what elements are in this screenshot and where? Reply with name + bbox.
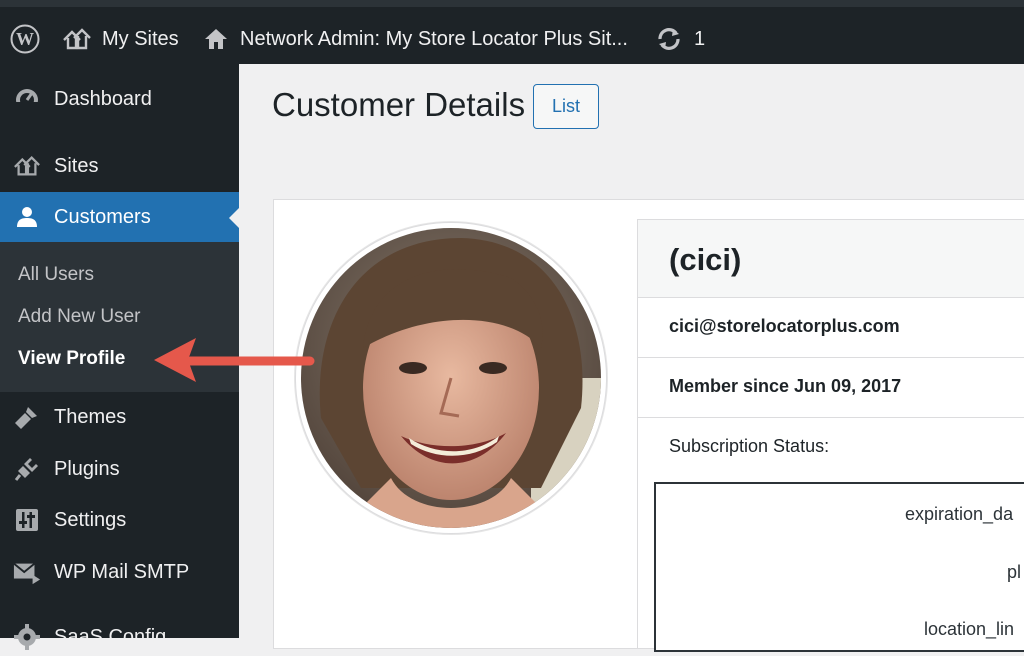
- my-sites-icon: [62, 26, 92, 52]
- sidebar-item-label: Settings: [54, 508, 127, 531]
- customer-email-row: cici@storelocatorplus.com: [638, 298, 1024, 358]
- svg-text:W: W: [16, 29, 34, 49]
- submenu-item-view-profile[interactable]: View Profile: [18, 348, 125, 370]
- annotation-arrow: [150, 333, 315, 392]
- sidebar-item-customers[interactable]: Customers: [0, 192, 239, 242]
- gear-icon: [13, 623, 41, 651]
- home-icon: [204, 27, 228, 51]
- sidebar-item-settings[interactable]: Settings: [0, 501, 239, 539]
- sidebar-item-saas-config[interactable]: SaaS Config: [0, 618, 239, 656]
- avatar: [301, 228, 601, 528]
- member-since-row: Member since Jun 09, 2017: [638, 358, 1024, 418]
- settings-icon: [13, 506, 41, 534]
- sidebar-item-sites[interactable]: Sites: [0, 147, 239, 185]
- sidebar-item-label: SaaS Config: [54, 625, 167, 648]
- submenu-item-all-users[interactable]: All Users: [18, 264, 94, 286]
- updates-count: 1: [694, 27, 706, 50]
- sidebar-item-wp-mail-smtp[interactable]: WP Mail SMTP: [0, 553, 239, 591]
- network-admin-label: Network Admin: My Store Locator Plus Sit…: [240, 27, 628, 50]
- subscription-table: expiration_da pl location_lin: [654, 482, 1024, 652]
- my-sites-menu[interactable]: My Sites: [62, 14, 179, 64]
- network-admin-menu[interactable]: Network Admin: My Store Locator Plus Sit…: [204, 14, 628, 64]
- subscription-status-row: Subscription Status:: [638, 418, 1024, 478]
- sidebar-item-dashboard[interactable]: Dashboard: [0, 80, 239, 118]
- refresh-icon: [656, 26, 682, 52]
- sidebar-item-label: Sites: [54, 154, 99, 177]
- brush-icon: [13, 403, 41, 431]
- sidebar-item-label: Customers: [54, 205, 151, 228]
- plugin-icon: [13, 455, 41, 483]
- admin-bar: W My Sites Network Admin: My Store Locat…: [0, 0, 1024, 64]
- customer-name-header: (cici): [638, 220, 1024, 298]
- sidebar-item-label: Themes: [54, 405, 127, 428]
- sites-icon: [13, 152, 41, 180]
- subscription-key: pl: [1007, 562, 1022, 582]
- sidebar-item-themes[interactable]: Themes: [0, 398, 239, 436]
- user-icon: [13, 203, 41, 231]
- current-indicator: [229, 208, 239, 228]
- subscription-key: location_lin: [924, 619, 1015, 639]
- sidebar-item-label: Dashboard: [54, 87, 152, 110]
- subscription-status-label: Subscription Status:: [669, 436, 830, 456]
- dashboard-icon: [13, 85, 41, 113]
- list-button[interactable]: List: [533, 84, 599, 129]
- member-since: Member since Jun 09, 2017: [669, 376, 902, 396]
- sidebar-item-label: Plugins: [54, 457, 120, 480]
- customer-email: cici@storelocatorplus.com: [669, 316, 900, 336]
- sidebar-item-label: WP Mail SMTP: [54, 560, 190, 583]
- page-title: Customer Details: [272, 86, 526, 123]
- submenu-item-add-new-user[interactable]: Add New User: [18, 306, 141, 328]
- sidebar-item-plugins[interactable]: Plugins: [0, 450, 239, 488]
- mail-icon: [13, 558, 41, 586]
- customer-name: (cici): [669, 242, 742, 277]
- my-sites-label: My Sites: [102, 27, 179, 50]
- updates-menu[interactable]: 1: [656, 14, 705, 64]
- subscription-key: expiration_da: [905, 504, 1014, 524]
- wordpress-logo-icon[interactable]: W: [10, 14, 40, 64]
